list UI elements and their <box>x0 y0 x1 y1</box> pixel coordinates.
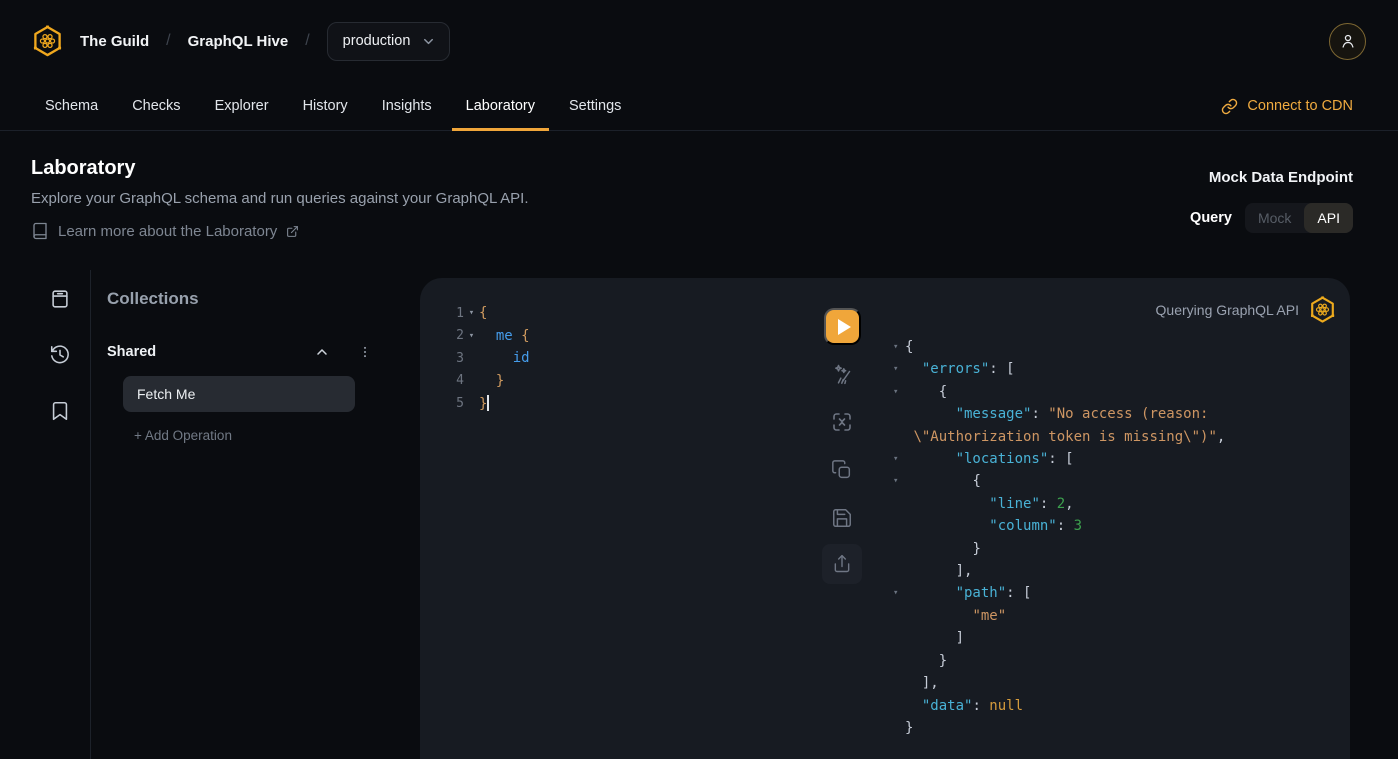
query-line: 4 } <box>420 370 815 393</box>
result-line: ▾ "path": [ <box>893 582 1340 604</box>
run-button[interactable] <box>824 308 861 345</box>
result-line: ▾ { <box>893 470 1340 492</box>
merge-icon <box>830 410 854 434</box>
play-icon <box>838 319 851 335</box>
breadcrumb: The Guild / GraphQL Hive / production <box>32 22 450 61</box>
graphiql-panel: 1▾{2▾ me {3 id4 }5} <box>420 278 1350 759</box>
result-pane[interactable]: Querying GraphQL API ▾{▾ "errors": [ <box>880 278 1350 759</box>
merge-button[interactable] <box>828 408 856 436</box>
result-line: "message": "No access (reason: <box>893 403 1340 425</box>
result-line: \"Authorization token is missing\")", <box>893 426 1340 448</box>
result-line: } <box>893 717 1340 739</box>
mock-endpoint-section: Mock Data Endpoint Query MockAPI <box>1190 169 1353 233</box>
text-cursor <box>487 395 489 411</box>
tab-laboratory[interactable]: Laboratory <box>452 82 549 130</box>
learn-more-link[interactable]: Learn more about the Laboratory <box>31 222 1353 240</box>
history-plugin-button[interactable] <box>49 344 71 366</box>
hive-icon <box>1309 296 1336 324</box>
query-line: 1▾{ <box>420 302 815 325</box>
share-button[interactable] <box>822 544 862 584</box>
tab-schema[interactable]: Schema <box>31 82 112 130</box>
endpoint-option-mock[interactable]: Mock <box>1245 203 1304 233</box>
learn-more-label: Learn more about the Laboratory <box>58 223 277 240</box>
operation-list: Fetch Me <box>107 376 372 412</box>
tab-insights[interactable]: Insights <box>368 82 446 130</box>
external-link-icon <box>286 225 299 238</box>
person-icon <box>1339 32 1357 50</box>
query-line: 5} <box>420 392 815 415</box>
laboratory-workspace: Collections Shared Fetch Me + Add Operat… <box>0 270 1398 759</box>
query-label: Query <box>1190 210 1232 226</box>
collections-plugin-button[interactable] <box>49 400 71 422</box>
sidebar-divider <box>90 270 91 759</box>
prettify-button[interactable] <box>828 360 856 388</box>
breadcrumb-separator: / <box>305 32 309 50</box>
result-line: "column": 3 <box>893 515 1340 537</box>
plugin-sidebar <box>49 288 71 422</box>
page-title: Laboratory <box>31 157 1353 180</box>
result-line: "me" <box>893 605 1340 627</box>
query-editor[interactable]: 1▾{2▾ me {3 id4 }5} <box>420 278 815 759</box>
result-line: ], <box>893 672 1340 694</box>
result-line: ▾ "locations": [ <box>893 448 1340 470</box>
add-operation-button[interactable]: + Add Operation <box>134 428 372 443</box>
prettify-icon <box>830 362 854 386</box>
target-selector[interactable]: production <box>327 22 451 61</box>
group-menu-button[interactable] <box>358 344 372 360</box>
share-icon <box>832 554 852 574</box>
result-line: } <box>893 650 1340 672</box>
result-line: ] <box>893 627 1340 649</box>
hive-logo-icon[interactable] <box>32 25 63 58</box>
query-line: 3 id <box>420 347 815 370</box>
result-line: "line": 2, <box>893 493 1340 515</box>
save-icon <box>831 507 853 529</box>
top-bar: The Guild / GraphQL Hive / production <box>0 0 1398 82</box>
tab-settings[interactable]: Settings <box>555 82 635 130</box>
tab-checks[interactable]: Checks <box>118 82 194 130</box>
result-endpoint-label: Querying GraphQL API <box>1156 302 1299 318</box>
tab-list: SchemaChecksExplorerHistoryInsightsLabor… <box>0 82 1398 131</box>
query-line: 2▾ me { <box>420 325 815 348</box>
collections-panel: Collections Shared Fetch Me + Add Operat… <box>107 288 372 443</box>
target-selector-label: production <box>343 33 411 49</box>
page-subtitle: Explore your GraphQL schema and run quer… <box>31 189 1353 209</box>
project-name[interactable]: GraphQL Hive <box>188 33 289 50</box>
shared-group-header[interactable]: Shared <box>107 342 372 362</box>
query-editor-lines: 1▾{2▾ me {3 id4 }5} <box>420 302 815 415</box>
operation-item[interactable]: Fetch Me <box>123 376 355 412</box>
link-icon <box>1221 98 1238 115</box>
docs-plugin-button[interactable] <box>49 288 71 310</box>
endpoint-option-api[interactable]: API <box>1304 203 1353 233</box>
save-button[interactable] <box>828 504 856 532</box>
docs-icon <box>49 288 71 310</box>
shared-group-label: Shared <box>107 344 314 360</box>
copy-icon <box>831 459 853 481</box>
result-line: } <box>893 538 1340 560</box>
result-line: ▾ { <box>893 381 1340 403</box>
page-header: Laboratory Explore your GraphQL schema a… <box>0 131 1398 270</box>
connect-to-cdn-label: Connect to CDN <box>1247 98 1353 114</box>
result-line: ▾{ <box>893 336 1340 358</box>
endpoint-toggle: MockAPI <box>1245 203 1353 233</box>
result-viewer: ▾{▾ "errors": [▾ { "message": "No access… <box>880 278 1350 739</box>
bookmark-icon <box>49 400 71 422</box>
result-line: ], <box>893 560 1340 582</box>
copy-button[interactable] <box>828 456 856 484</box>
chevron-down-icon <box>421 34 436 49</box>
chevron-up-icon[interactable] <box>314 344 330 360</box>
avatar-button[interactable] <box>1329 23 1366 60</box>
connect-to-cdn-link[interactable]: Connect to CDN <box>1221 82 1353 130</box>
tab-history[interactable]: History <box>289 82 362 130</box>
history-icon <box>49 344 71 366</box>
tab-explorer[interactable]: Explorer <box>201 82 283 130</box>
result-line: "data": null <box>893 695 1340 717</box>
result-endpoint-indicator: Querying GraphQL API <box>1156 296 1336 324</box>
collections-title: Collections <box>107 288 372 309</box>
result-line: ▾ "errors": [ <box>893 358 1340 380</box>
breadcrumb-separator: / <box>166 32 170 50</box>
mock-endpoint-title: Mock Data Endpoint <box>1190 169 1353 186</box>
org-name[interactable]: The Guild <box>80 33 149 50</box>
book-icon <box>31 222 49 240</box>
